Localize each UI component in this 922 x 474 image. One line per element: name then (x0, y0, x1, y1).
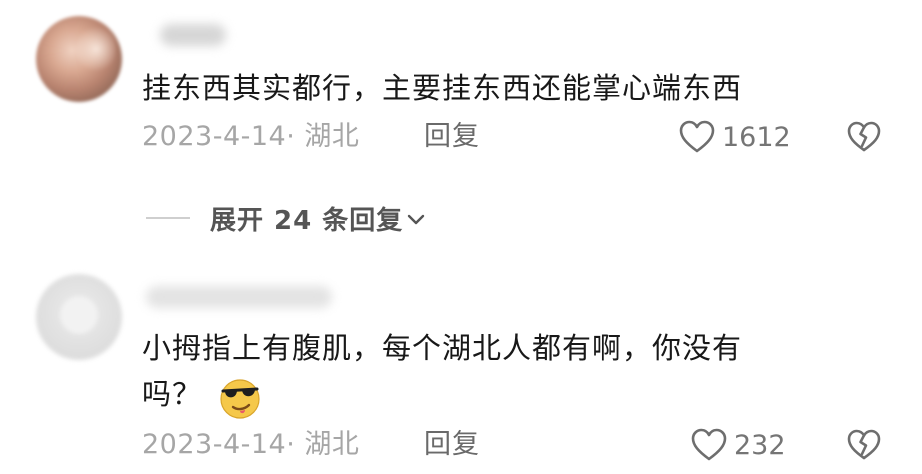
username-blurred[interactable] (160, 24, 226, 46)
like-button[interactable]: 1612 (678, 117, 791, 157)
comment-text-line: 吗？ (142, 377, 203, 411)
reply-button[interactable]: 回复 (424, 120, 480, 154)
username-blurred[interactable] (146, 286, 332, 308)
reply-button[interactable]: 回复 (424, 428, 480, 462)
comment-text: 挂东西其实都行，主要挂东西还能掌心端东西 (142, 71, 743, 105)
broken-heart-icon[interactable] (846, 428, 882, 462)
divider (146, 217, 190, 219)
like-button[interactable]: 232 (690, 425, 786, 465)
comment-date-location: 2023-4-14· 湖北 (142, 121, 360, 152)
expand-replies-button[interactable]: 展开 24 条回复 (146, 198, 425, 238)
avatar[interactable] (36, 274, 122, 360)
like-count: 232 (734, 429, 786, 461)
cool-sunglasses-emoji (220, 379, 260, 419)
like-count: 1612 (722, 121, 791, 153)
chevron-down-icon (408, 214, 425, 224)
comment-text-line: 小拇指上有腹肌，每个湖北人都有啊，你没有 (142, 331, 743, 365)
heart-outline-icon (679, 120, 715, 153)
comment-date-location: 2023-4-14· 湖北 (142, 429, 360, 460)
avatar[interactable] (36, 16, 122, 102)
heart-outline-icon (691, 428, 727, 461)
expand-replies-label: 展开 24 条回复 (210, 205, 404, 236)
broken-heart-icon[interactable] (846, 120, 882, 154)
